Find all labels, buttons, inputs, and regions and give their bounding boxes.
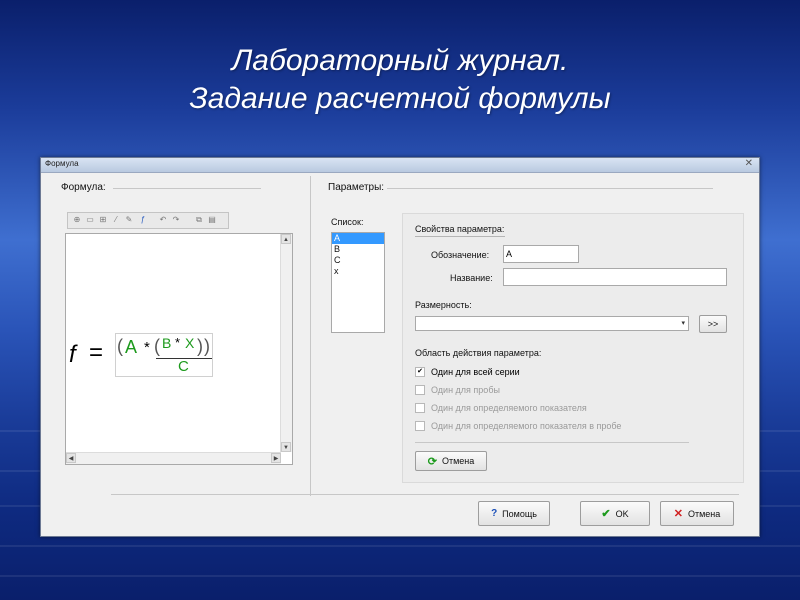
ok-button[interactable]: ✔ OK <box>580 501 650 526</box>
redo-icon[interactable]: ↷ <box>171 214 181 225</box>
ok-label: OK <box>615 508 629 519</box>
slide-title-line2: Задание расчетной формулы <box>189 82 611 115</box>
formula-close-paren: ) <box>204 336 210 356</box>
formula-section-divider <box>113 188 261 189</box>
checkbox-icon[interactable] <box>415 421 425 431</box>
italic-icon[interactable]: ⁄ <box>111 214 121 225</box>
checkbox-icon[interactable] <box>415 385 425 395</box>
param-cancel-label: Отмена <box>441 456 475 466</box>
list-item[interactable]: A <box>332 233 384 244</box>
scope-option-label: Один для всей серии <box>431 367 520 377</box>
scope-option-label: Один для пробы <box>431 385 500 395</box>
name-input[interactable] <box>503 268 727 286</box>
scroll-up-icon[interactable]: ▲ <box>281 234 291 244</box>
list-label: Список: <box>331 217 364 227</box>
horizontal-scrollbar[interactable]: ◀ ▶ <box>66 452 281 464</box>
function-icon[interactable]: ƒ <box>138 214 148 225</box>
scope-option-label: Один для определяемого показателя <box>431 403 587 413</box>
formula-equals: = <box>89 339 104 366</box>
scroll-down-icon[interactable]: ▼ <box>281 442 291 452</box>
scope-label: Область действия параметра: <box>415 348 542 358</box>
copy-icon[interactable]: ⧉ <box>194 214 204 225</box>
designation-input[interactable]: A <box>503 245 579 263</box>
formula-inner-open-paren: ( <box>154 336 160 356</box>
formula-dialog: Формула ✕ Формула: ⊕ ▭ ⊞ ⁄ ✎ ƒ ↶ ↷ ⧉ ▤ ▲… <box>40 157 760 537</box>
sqrt-icon[interactable]: ⊞ <box>98 214 108 225</box>
help-button[interactable]: ? Помощь <box>478 501 550 526</box>
brush-icon[interactable]: ✎ <box>124 214 134 225</box>
properties-underline <box>415 236 505 237</box>
scroll-left-icon[interactable]: ◀ <box>66 453 76 463</box>
window-titlebar[interactable]: Формула ✕ <box>41 158 759 173</box>
formula-section-label: Формула: <box>61 182 106 193</box>
cancel-button[interactable]: ✕ Отмена <box>660 501 734 526</box>
help-icon: ? <box>491 508 498 519</box>
formula-display[interactable]: f = ( A * ( B * X ) ) C <box>69 333 269 379</box>
parameter-properties-panel: Свойства параметра: Обозначение: A Назва… <box>402 213 744 483</box>
formula-var-x[interactable]: X <box>185 335 194 351</box>
undo-icon[interactable]: ↶ <box>158 214 168 225</box>
footer-divider <box>111 494 739 495</box>
name-label: Название: <box>450 273 493 283</box>
panel-divider <box>310 176 311 496</box>
slide-title-line1: Лабораторный журнал. <box>231 44 569 77</box>
formula-toolbar: ⊕ ▭ ⊞ ⁄ ✎ ƒ ↶ ↷ ⧉ ▤ <box>67 212 229 229</box>
formula-var-b[interactable]: B <box>162 335 171 351</box>
scope-option-label: Один для определяемого показателя в проб… <box>431 421 622 431</box>
close-x-icon: ✕ <box>673 508 683 520</box>
scope-option-series[interactable]: ✔ Один для всей серии <box>415 367 520 377</box>
scope-divider <box>415 442 689 443</box>
list-item[interactable]: B <box>332 244 384 255</box>
refresh-icon: ⟳ <box>427 455 437 468</box>
check-icon: ✔ <box>601 508 611 520</box>
list-item[interactable]: x <box>332 266 384 277</box>
properties-label: Свойства параметра: <box>415 224 505 234</box>
formula-open-paren: ( <box>117 336 123 356</box>
formula-var-a[interactable]: A <box>125 337 137 358</box>
designation-label: Обозначение: <box>431 250 490 260</box>
dimension-browse-button[interactable]: >> <box>699 315 727 333</box>
formula-expression-box[interactable]: ( A * ( B * X ) ) C <box>115 333 213 377</box>
close-icon[interactable]: ✕ <box>745 158 753 169</box>
formula-symbol: f <box>69 341 76 368</box>
dropdown-arrow-icon: ▾ <box>681 320 685 327</box>
cancel-label: Отмена <box>687 508 721 519</box>
checkbox-icon[interactable] <box>415 403 425 413</box>
formula-op-mul-2: * <box>175 335 181 350</box>
dimension-select[interactable]: ▾ <box>415 316 689 331</box>
help-label: Помощь <box>502 508 537 519</box>
window-title: Формула <box>45 159 79 168</box>
slide-title: Лабораторный журнал. Задание расчетной ф… <box>0 42 800 118</box>
vertical-scrollbar[interactable]: ▲ ▼ <box>280 234 292 452</box>
formula-op-mul-1: * <box>144 339 150 356</box>
paste-icon[interactable]: ▤ <box>207 214 217 225</box>
formula-denominator[interactable]: C <box>178 358 189 375</box>
insert-icon[interactable]: ⊕ <box>72 214 82 225</box>
params-listbox[interactable]: A B C x <box>331 232 385 333</box>
formula-inner-close-paren: ) <box>197 336 203 356</box>
checkbox-checked-icon[interactable]: ✔ <box>415 367 425 377</box>
scope-option-sample[interactable]: Один для пробы <box>415 385 500 395</box>
params-section-divider <box>387 188 713 189</box>
list-item[interactable]: C <box>332 255 384 266</box>
scroll-right-icon[interactable]: ▶ <box>271 453 281 463</box>
scope-option-indicator-sample[interactable]: Один для определяемого показателя в проб… <box>415 421 621 431</box>
dimension-label: Размерность: <box>415 300 472 310</box>
param-cancel-button[interactable]: ⟳ Отмена <box>415 451 487 471</box>
params-section-label: Параметры: <box>328 182 385 193</box>
fraction-icon[interactable]: ▭ <box>85 214 95 225</box>
scope-option-indicator[interactable]: Один для определяемого показателя <box>415 403 587 413</box>
